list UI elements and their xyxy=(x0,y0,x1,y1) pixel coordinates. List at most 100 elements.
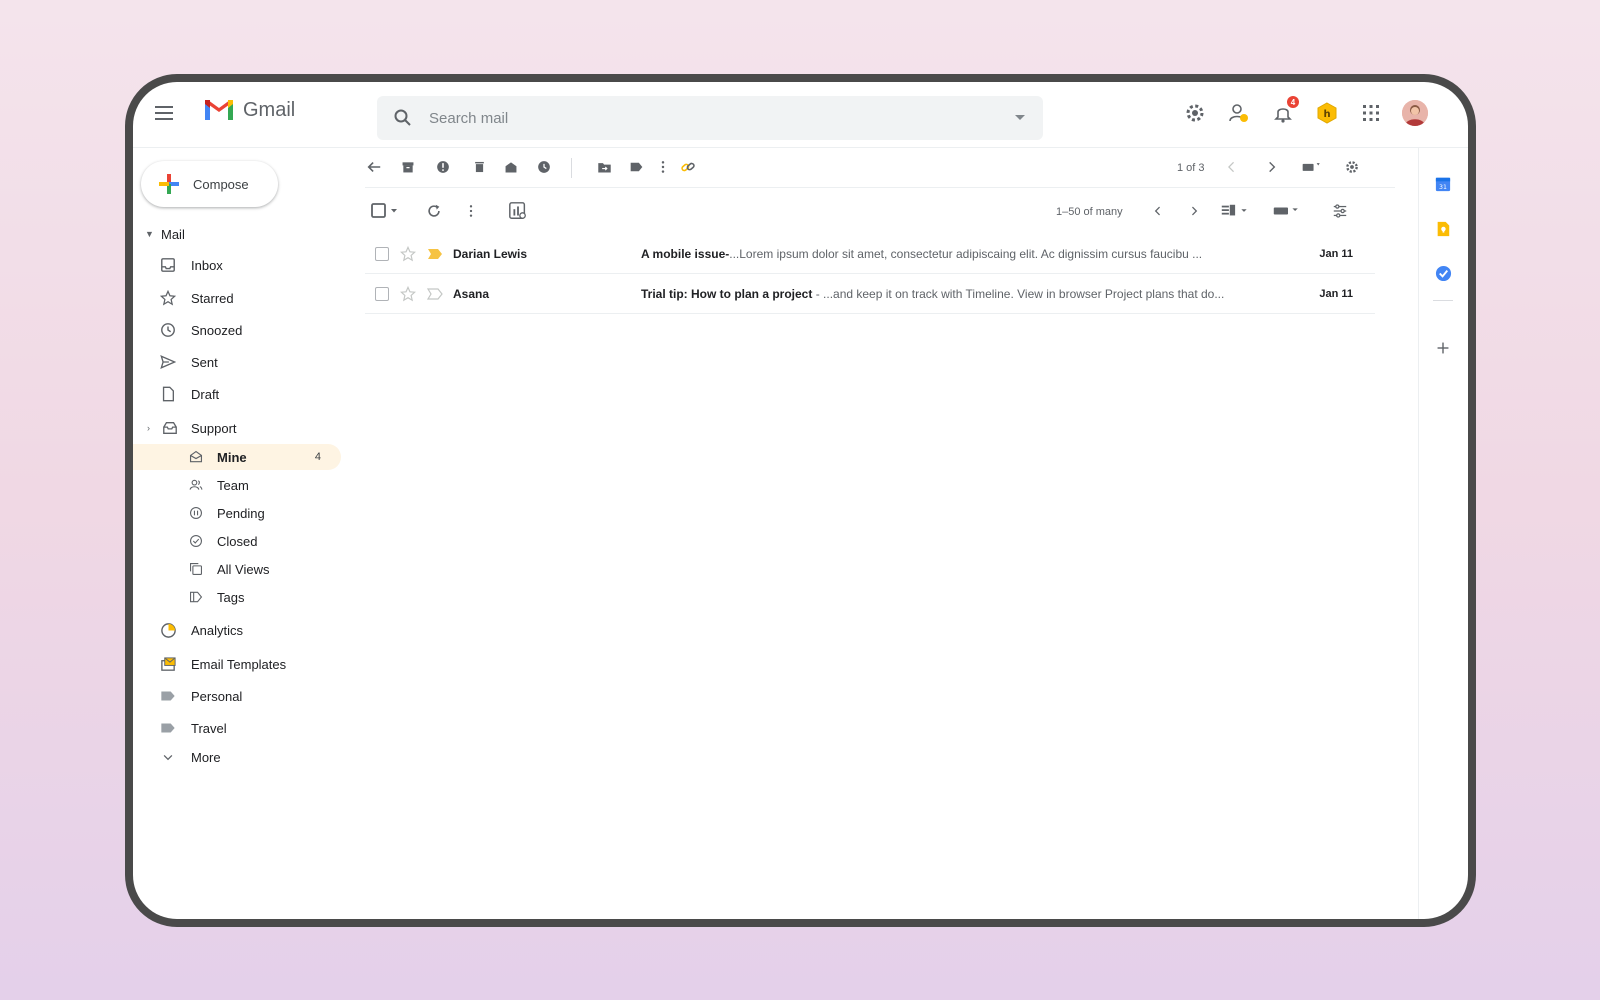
add-addon-plus-icon[interactable] xyxy=(1433,338,1453,358)
back-arrow-icon[interactable] xyxy=(365,158,383,176)
link-icon[interactable] xyxy=(679,158,697,176)
search-icon[interactable] xyxy=(393,108,413,128)
settings-gear-small-icon[interactable] xyxy=(1343,158,1361,176)
sidebar-item-travel[interactable]: Travel xyxy=(133,715,343,741)
row-checkbox[interactable] xyxy=(375,286,389,301)
search-input[interactable] xyxy=(429,109,989,127)
sidebar-item-tags[interactable]: Tags xyxy=(133,584,343,610)
app-name: Gmail xyxy=(243,98,296,121)
sidebar-item-team[interactable]: Team xyxy=(133,472,343,498)
email-date: Jan 11 xyxy=(1319,287,1353,300)
more-options-icon[interactable] xyxy=(462,202,480,220)
compose-button[interactable]: Compose xyxy=(141,161,278,207)
sidebar-item-inbox[interactable]: Inbox xyxy=(133,252,343,278)
thread-pager: 1 of 3 xyxy=(1177,162,1205,174)
delete-trash-icon[interactable] xyxy=(470,158,488,176)
collapse-caret-icon[interactable]: ▼ xyxy=(145,229,154,239)
pending-icon xyxy=(187,504,205,522)
sidebar-item-sent[interactable]: Sent xyxy=(133,349,343,375)
notifications-bell-icon[interactable]: 4 xyxy=(1270,96,1299,126)
plus-icon xyxy=(159,174,179,194)
inbox-icon xyxy=(159,256,177,274)
expand-caret-icon[interactable]: › xyxy=(147,423,150,433)
account-avatar[interactable] xyxy=(1402,100,1428,126)
hiver-extension-icon[interactable]: h xyxy=(1314,100,1340,126)
keyboard-input-icon[interactable] xyxy=(1271,202,1305,220)
list-next-chevron-icon[interactable] xyxy=(1185,202,1203,220)
sidebar-label: Tags xyxy=(217,589,245,605)
star-icon[interactable] xyxy=(400,285,416,302)
sidebar-item-draft[interactable]: Draft xyxy=(133,381,343,407)
toolbar-divider xyxy=(571,158,572,178)
label-personal-icon xyxy=(159,687,177,705)
email-subject: A mobile issue- xyxy=(641,246,730,261)
sidebar-label: Pending xyxy=(217,505,265,521)
contacts-status-icon[interactable] xyxy=(1226,100,1252,126)
next-chevron-icon[interactable] xyxy=(1263,158,1281,176)
analytics-pie-icon xyxy=(159,621,177,639)
move-to-icon[interactable] xyxy=(595,158,613,176)
sidebar-item-more[interactable]: More xyxy=(133,744,343,770)
important-marker-icon[interactable] xyxy=(427,248,443,260)
email-row[interactable]: Asana Trial tip: How to plan a project -… xyxy=(365,274,1375,314)
device-frame: Gmail 4 h xyxy=(125,74,1476,927)
sidebar-item-analytics[interactable]: Analytics xyxy=(133,617,343,643)
report-spam-icon[interactable] xyxy=(434,158,452,176)
snooze-clock-icon[interactable] xyxy=(535,158,553,176)
email-templates-icon xyxy=(159,655,177,673)
previous-chevron-icon[interactable] xyxy=(1223,158,1241,176)
keep-icon[interactable] xyxy=(1433,219,1453,239)
sidebar-item-snoozed[interactable]: Snoozed xyxy=(133,317,343,343)
sidebar-label: Sent xyxy=(191,354,218,370)
sidebar-item-support[interactable]: › Support xyxy=(133,415,343,441)
list-toolbar: 1–50 of many xyxy=(365,192,1395,232)
sidebar-label: Draft xyxy=(191,386,220,402)
mark-unread-icon[interactable] xyxy=(502,158,520,176)
main-menu-icon[interactable] xyxy=(155,106,173,120)
sidebar-label: Closed xyxy=(217,533,258,549)
label-icon[interactable] xyxy=(627,158,645,176)
star-icon[interactable] xyxy=(400,245,416,262)
search-options-icon[interactable] xyxy=(1015,115,1025,120)
message-toolbar: 1 of 3 xyxy=(365,148,1395,188)
search-bar[interactable] xyxy=(377,96,1043,140)
clock-icon xyxy=(159,321,177,339)
gmail-window: Gmail 4 h xyxy=(133,82,1468,919)
email-date: Jan 11 xyxy=(1319,247,1353,260)
tasks-icon[interactable] xyxy=(1433,263,1453,283)
sidebar-item-all-views[interactable]: All Views xyxy=(133,556,343,582)
gmail-logo[interactable]: Gmail xyxy=(203,98,295,122)
select-all-checkbox[interactable] xyxy=(371,202,401,220)
settings-gear-icon[interactable] xyxy=(1182,100,1208,126)
sidebar-label: Personal xyxy=(191,688,243,704)
email-row[interactable]: Darian Lewis A mobile issue-...Lorem ips… xyxy=(365,234,1375,274)
important-marker-icon[interactable] xyxy=(427,287,443,300)
svg-text:h: h xyxy=(1323,109,1330,120)
sidebar-item-email-templates[interactable]: Email Templates xyxy=(133,651,343,677)
row-checkbox[interactable] xyxy=(375,246,389,261)
refresh-icon[interactable] xyxy=(425,202,443,220)
input-tools-icon[interactable] xyxy=(1299,158,1325,176)
sidebar-item-personal[interactable]: Personal xyxy=(133,683,343,709)
sidebar-mail-header[interactable]: ▼ Mail xyxy=(133,221,343,247)
gmail-m-icon xyxy=(205,100,233,120)
sidebar-item-closed[interactable]: Closed xyxy=(133,528,343,554)
hiver-analytics-icon[interactable] xyxy=(507,200,529,222)
sidebar-label: Team xyxy=(217,477,249,493)
more-vertical-icon[interactable] xyxy=(654,158,672,176)
list-range: 1–50 of many xyxy=(1056,206,1123,218)
sidebar-item-pending[interactable]: Pending xyxy=(133,500,343,526)
compose-label: Compose xyxy=(193,176,249,192)
filter-sliders-icon[interactable] xyxy=(1331,202,1349,220)
sidebar-item-starred[interactable]: Starred xyxy=(133,285,343,311)
split-pane-icon[interactable] xyxy=(1219,202,1253,220)
sidebar-item-mine[interactable]: Mine 4 xyxy=(133,444,341,470)
list-prev-chevron-icon[interactable] xyxy=(1149,202,1167,220)
email-snippet: - ...and keep it on track with Timeline.… xyxy=(812,286,1225,301)
archive-icon[interactable] xyxy=(399,158,417,176)
sidebar-label: Mine xyxy=(217,449,247,465)
calendar-icon[interactable]: 31 xyxy=(1433,174,1453,194)
send-icon xyxy=(159,353,177,371)
label-travel-icon xyxy=(159,719,177,737)
apps-grid-icon[interactable] xyxy=(1358,100,1384,126)
